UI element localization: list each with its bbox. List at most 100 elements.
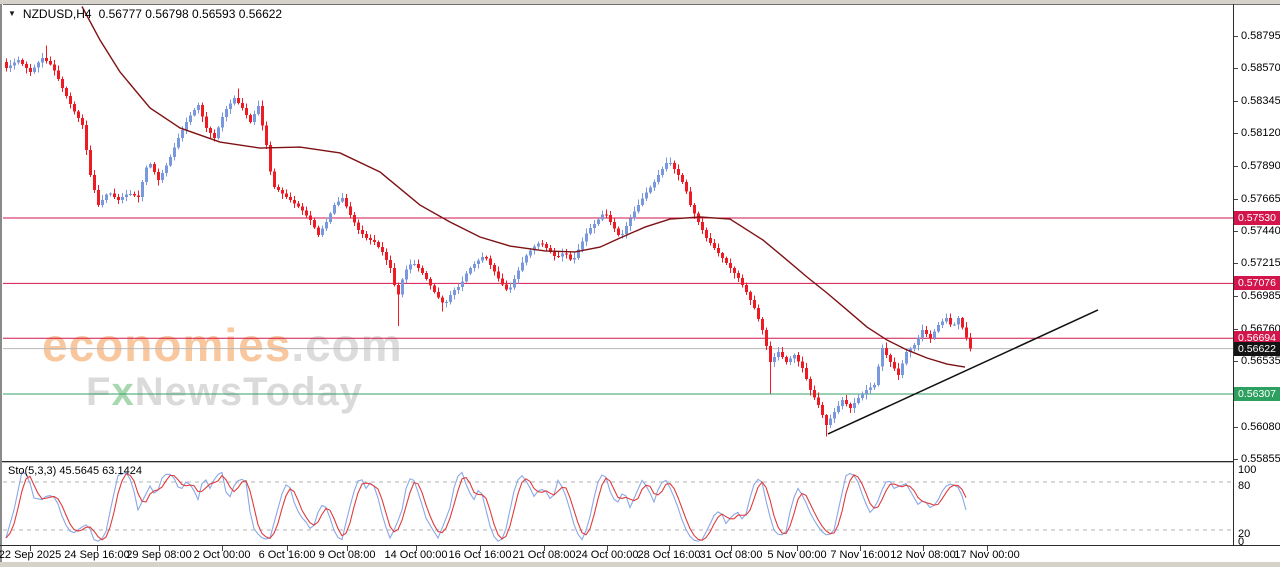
candle	[677, 169, 680, 175]
time-tick-label: 9 Oct 08:00	[319, 549, 376, 561]
candle	[557, 256, 560, 257]
time-tick-label: 29 Sep 08:00	[126, 549, 191, 561]
candle	[597, 220, 600, 224]
candle	[545, 244, 548, 248]
candle	[157, 172, 160, 180]
candle	[581, 241, 584, 249]
candle	[93, 175, 96, 190]
price-tick-mark	[1234, 296, 1238, 297]
time-tick-label: 22 Sep 2025	[0, 549, 61, 561]
time-tick-label: 28 Oct 16:00	[638, 549, 701, 561]
candle	[73, 104, 76, 111]
down-caret-icon[interactable]: ▼	[8, 9, 16, 19]
candle	[213, 133, 216, 138]
candle	[169, 157, 172, 165]
candle	[661, 169, 664, 175]
candle	[465, 274, 468, 282]
candle	[841, 400, 844, 406]
candle	[717, 248, 720, 253]
chart-title: ▼ NZDUSD,H4 0.56777 0.56798 0.56593 0.56…	[8, 7, 282, 21]
candle	[529, 251, 532, 256]
candle	[881, 348, 884, 366]
price-chart-canvas[interactable]	[3, 5, 1233, 461]
candle	[493, 265, 496, 272]
candle	[361, 230, 364, 234]
candle	[513, 279, 516, 287]
level-badge: 0.57530	[1234, 211, 1280, 225]
candle	[565, 253, 568, 254]
window-bottom-strip	[0, 562, 1280, 567]
candle	[761, 319, 764, 330]
candle	[885, 348, 888, 355]
price-tick-mark	[1234, 166, 1238, 167]
candle	[833, 412, 836, 418]
candle	[633, 212, 636, 219]
candle	[393, 268, 396, 285]
candle	[325, 222, 328, 228]
candle	[925, 330, 928, 334]
candle	[281, 190, 284, 193]
candle	[249, 115, 252, 122]
candle	[749, 292, 752, 300]
candle	[117, 197, 120, 200]
candle	[601, 214, 604, 219]
time-tick-label: 21 Oct 08:00	[513, 549, 576, 561]
candle	[125, 194, 128, 197]
candle	[77, 111, 80, 118]
candle	[5, 62, 8, 68]
candle	[409, 265, 412, 270]
candle	[861, 394, 864, 398]
time-tick-label: 24 Sep 16:00	[64, 549, 129, 561]
time-tick-label: 6 Oct 16:00	[259, 549, 316, 561]
candle	[837, 406, 840, 412]
candle	[293, 200, 296, 203]
price-tick-label: 0.58345	[1241, 95, 1280, 107]
candle	[669, 163, 672, 164]
time-tick-label: 7 Nov 16:00	[830, 549, 889, 561]
candle	[689, 192, 692, 205]
candle	[757, 308, 760, 319]
candle	[625, 226, 628, 234]
candle	[109, 194, 112, 195]
candle	[105, 195, 108, 200]
candle	[753, 300, 756, 308]
price-tick-label: 0.57890	[1241, 160, 1280, 172]
price-tick-label: 0.58795	[1241, 30, 1280, 42]
candle	[309, 215, 312, 220]
candle	[825, 415, 828, 425]
candle	[217, 128, 220, 138]
candle	[765, 330, 768, 346]
candle	[421, 268, 424, 273]
candle	[345, 198, 348, 206]
candle	[29, 68, 32, 72]
candle	[257, 106, 260, 114]
candle	[61, 79, 64, 88]
candle	[253, 114, 256, 122]
candle	[317, 228, 320, 235]
candle	[301, 206, 304, 210]
candle	[737, 273, 740, 278]
candle	[457, 287, 460, 290]
stochastic-panel-canvas[interactable]	[3, 463, 1233, 545]
price-tick-mark	[1234, 231, 1238, 232]
candle	[961, 318, 964, 327]
candle	[813, 390, 816, 397]
price-axis[interactable]: 0.587950.585700.583450.581200.578900.576…	[1234, 4, 1280, 545]
candle	[277, 187, 280, 190]
candle	[537, 244, 540, 247]
time-tick-label: 12 Nov 08:00	[890, 549, 955, 561]
candle	[685, 182, 688, 192]
candle	[181, 130, 184, 138]
time-tick-label: 2 Oct 00:00	[194, 549, 251, 561]
candle	[349, 207, 352, 215]
time-axis[interactable]: 22 Sep 202524 Sep 16:0029 Sep 08:002 Oct…	[0, 546, 1280, 562]
candle	[657, 175, 660, 182]
candle	[33, 67, 36, 72]
candle	[41, 58, 44, 63]
candle	[641, 198, 644, 205]
candle	[613, 222, 616, 229]
time-tick-label: 31 Oct 08:00	[700, 549, 763, 561]
time-tick-label: 5 Nov 00:00	[767, 549, 826, 561]
candle	[505, 285, 508, 290]
candle	[741, 278, 744, 285]
